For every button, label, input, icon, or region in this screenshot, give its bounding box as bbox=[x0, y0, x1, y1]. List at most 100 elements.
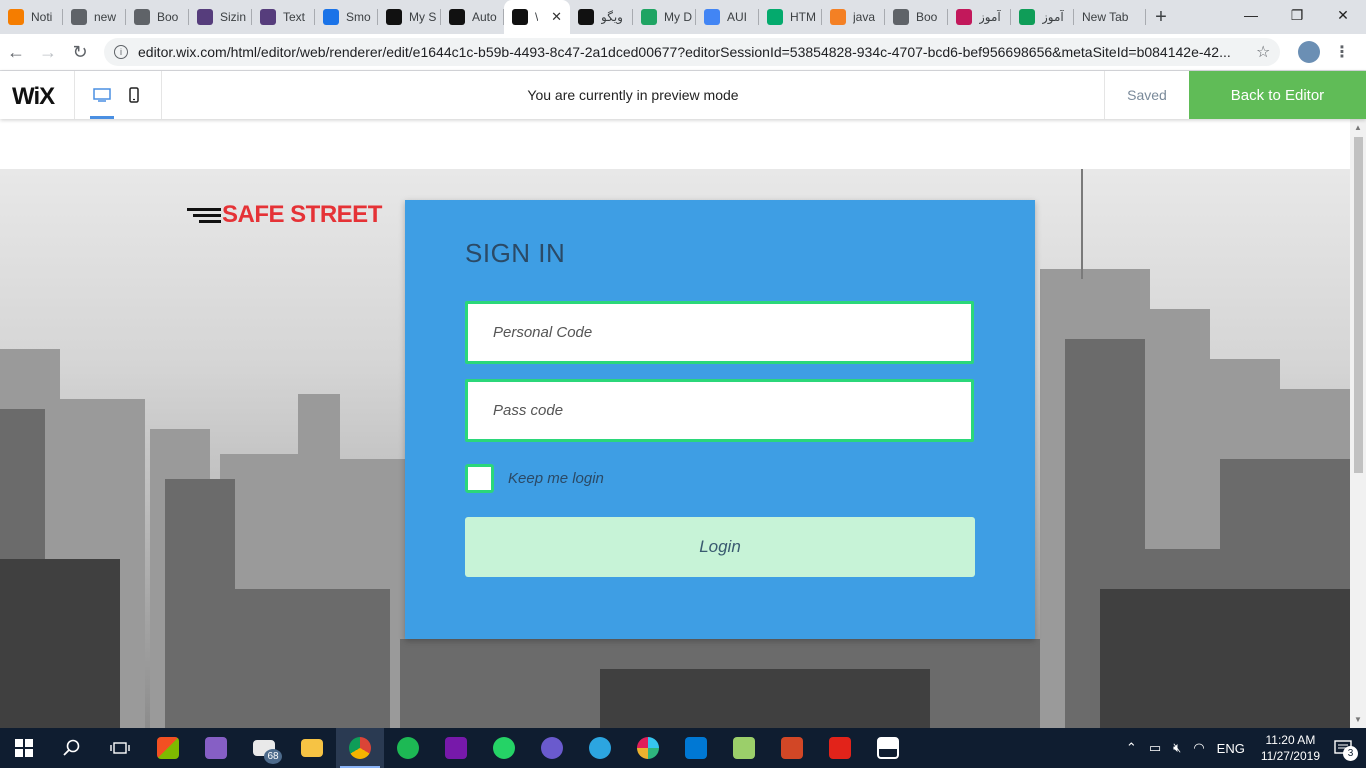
wix-preview-bar: WiX You are currently in preview mode Sa… bbox=[0, 71, 1366, 119]
address-bar[interactable]: i editor.wix.com/html/editor/web/rendere… bbox=[104, 38, 1280, 66]
wifi-icon[interactable]: ◠ bbox=[1193, 740, 1204, 756]
bookmark-star-icon[interactable]: ☆ bbox=[1256, 42, 1270, 62]
new-tab-button[interactable]: + bbox=[1146, 0, 1176, 34]
battery-icon[interactable]: ▭ bbox=[1149, 740, 1161, 756]
browser-tab[interactable]: Sizin bbox=[189, 0, 252, 34]
speed-lines-icon bbox=[187, 205, 221, 225]
spotify-icon[interactable] bbox=[384, 728, 432, 768]
clock[interactable]: 11:20 AM 11/27/2019 bbox=[1261, 732, 1320, 764]
mail-icon[interactable]: 68 bbox=[240, 728, 288, 768]
jq-icon bbox=[578, 9, 594, 25]
browser-tab[interactable]: Auto bbox=[441, 0, 504, 34]
scroll-thumb[interactable] bbox=[1354, 137, 1363, 473]
pass-code-input[interactable]: Pass code bbox=[465, 379, 974, 442]
chevron-up-icon[interactable]: ⌃ bbox=[1126, 740, 1137, 756]
store-icon[interactable] bbox=[144, 728, 192, 768]
globe-icon bbox=[134, 9, 150, 25]
browser-tab[interactable]: My S bbox=[378, 0, 441, 34]
o-icon bbox=[956, 9, 972, 25]
scroll-down-icon[interactable]: ▼ bbox=[1354, 715, 1362, 724]
back-to-editor-button[interactable]: Back to Editor bbox=[1189, 71, 1366, 119]
volume-icon[interactable]: 🔇︎ bbox=[1173, 740, 1181, 756]
telegram-icon[interactable] bbox=[576, 728, 624, 768]
wix-icon bbox=[386, 9, 402, 25]
tab-strip: Noti new Boo Sizin Text Smo My S Auto \ ✕ ویگو My D… bbox=[0, 0, 1366, 34]
tab-title: new bbox=[94, 10, 117, 24]
browser-tab[interactable]: Smo bbox=[315, 0, 378, 34]
onenote-icon[interactable] bbox=[432, 728, 480, 768]
tab-title: AUI bbox=[727, 10, 748, 24]
close-tab-icon[interactable]: ✕ bbox=[551, 9, 562, 25]
bootstrap-icon bbox=[197, 9, 213, 25]
slack-icon[interactable] bbox=[624, 728, 672, 768]
tab-title: Boo bbox=[157, 10, 179, 24]
tab-title: My D bbox=[664, 10, 692, 24]
globe-icon bbox=[893, 9, 909, 25]
close-window-icon[interactable]: ✕ bbox=[1320, 0, 1366, 30]
browser-tab[interactable]: Text bbox=[252, 0, 315, 34]
minimize-icon[interactable]: — bbox=[1228, 0, 1274, 30]
visual-studio-icon[interactable] bbox=[192, 728, 240, 768]
reload-icon[interactable]: ↻ bbox=[64, 36, 96, 68]
site-info-icon[interactable]: i bbox=[114, 45, 128, 59]
browser-tab[interactable]: Noti bbox=[0, 0, 63, 34]
app-icon[interactable] bbox=[528, 728, 576, 768]
search-icon[interactable] bbox=[48, 728, 96, 768]
diamond-icon bbox=[1019, 9, 1035, 25]
browser-tab[interactable]: آموز bbox=[1011, 0, 1074, 34]
chrome-icon[interactable] bbox=[336, 728, 384, 768]
url-text: editor.wix.com/html/editor/web/renderer/… bbox=[138, 44, 1231, 60]
notepad-icon[interactable] bbox=[720, 728, 768, 768]
personal-code-input[interactable]: Personal Code bbox=[465, 301, 974, 364]
browser-tab[interactable]: HTM bbox=[759, 0, 822, 34]
notification-center-icon[interactable]: 3 bbox=[1330, 737, 1358, 761]
browser-tab[interactable]: My D bbox=[633, 0, 696, 34]
maximize-icon[interactable]: ❐ bbox=[1274, 0, 1320, 30]
whatsapp-icon[interactable] bbox=[480, 728, 528, 768]
tab-title: Auto bbox=[472, 10, 497, 24]
login-button[interactable]: Login bbox=[465, 517, 975, 577]
page-scrollbar[interactable]: ▲ ▼ bbox=[1350, 119, 1366, 728]
profile-avatar[interactable] bbox=[1298, 41, 1320, 63]
task-view-icon[interactable] bbox=[96, 728, 144, 768]
signin-card: SIGN IN Personal Code Pass code Keep me … bbox=[405, 200, 1035, 639]
photos-icon[interactable] bbox=[864, 728, 912, 768]
site-preview: SAFE STREET SIGN IN Personal Code Pass c… bbox=[0, 119, 1350, 728]
tab-title: آموز bbox=[979, 10, 1001, 24]
file-explorer-icon[interactable] bbox=[288, 728, 336, 768]
browser-tab[interactable]: new bbox=[63, 0, 126, 34]
browser-tab[interactable]: آموز bbox=[948, 0, 1011, 34]
wix-icon bbox=[449, 9, 465, 25]
back-arrow-icon[interactable]: ← bbox=[0, 36, 32, 68]
notification-badge: 3 bbox=[1343, 746, 1358, 761]
tab-title: java bbox=[853, 10, 876, 24]
browser-tab[interactable]: New Tab bbox=[1074, 0, 1146, 34]
windows-start-icon[interactable] bbox=[0, 728, 48, 768]
keep-login-checkbox[interactable] bbox=[465, 464, 494, 493]
drive-icon bbox=[641, 9, 657, 25]
language-indicator[interactable]: ENG bbox=[1217, 741, 1245, 756]
browser-tab[interactable]: \ ✕ bbox=[504, 0, 570, 34]
browser-tab[interactable]: AUI bbox=[696, 0, 759, 34]
forward-arrow-icon[interactable]: → bbox=[32, 36, 64, 68]
system-tray: ⌃ ▭ 🔇︎ ◠ ENG 11:20 AM 11/27/2019 3 bbox=[1120, 728, 1366, 768]
docs-icon bbox=[704, 9, 720, 25]
browser-tab[interactable]: java bbox=[822, 0, 885, 34]
windows-taskbar: 68 ⌃ ▭ 🔇︎ ◠ ENG 11:20 AM 11/27/2019 3 bbox=[0, 728, 1366, 768]
mail-badge: 68 bbox=[264, 749, 282, 764]
powerpoint-icon[interactable] bbox=[768, 728, 816, 768]
browser-tab[interactable]: Boo bbox=[126, 0, 189, 34]
safe-street-logo[interactable]: SAFE STREET bbox=[187, 201, 382, 229]
chrome-menu-icon[interactable]: ⋮ bbox=[1334, 42, 1350, 62]
wix-icon bbox=[512, 9, 528, 25]
tab-title: Noti bbox=[31, 10, 53, 24]
vscode-icon[interactable] bbox=[672, 728, 720, 768]
logo-text: SAFE STREET bbox=[222, 201, 382, 228]
browser-tab[interactable]: Boo bbox=[885, 0, 948, 34]
info-icon bbox=[323, 9, 339, 25]
clock-time: 11:20 AM bbox=[1265, 733, 1316, 747]
scroll-up-icon[interactable]: ▲ bbox=[1354, 123, 1362, 132]
clock-date: 11/27/2019 bbox=[1260, 749, 1320, 763]
acrobat-icon[interactable] bbox=[816, 728, 864, 768]
browser-tab[interactable]: ویگو bbox=[570, 0, 633, 34]
